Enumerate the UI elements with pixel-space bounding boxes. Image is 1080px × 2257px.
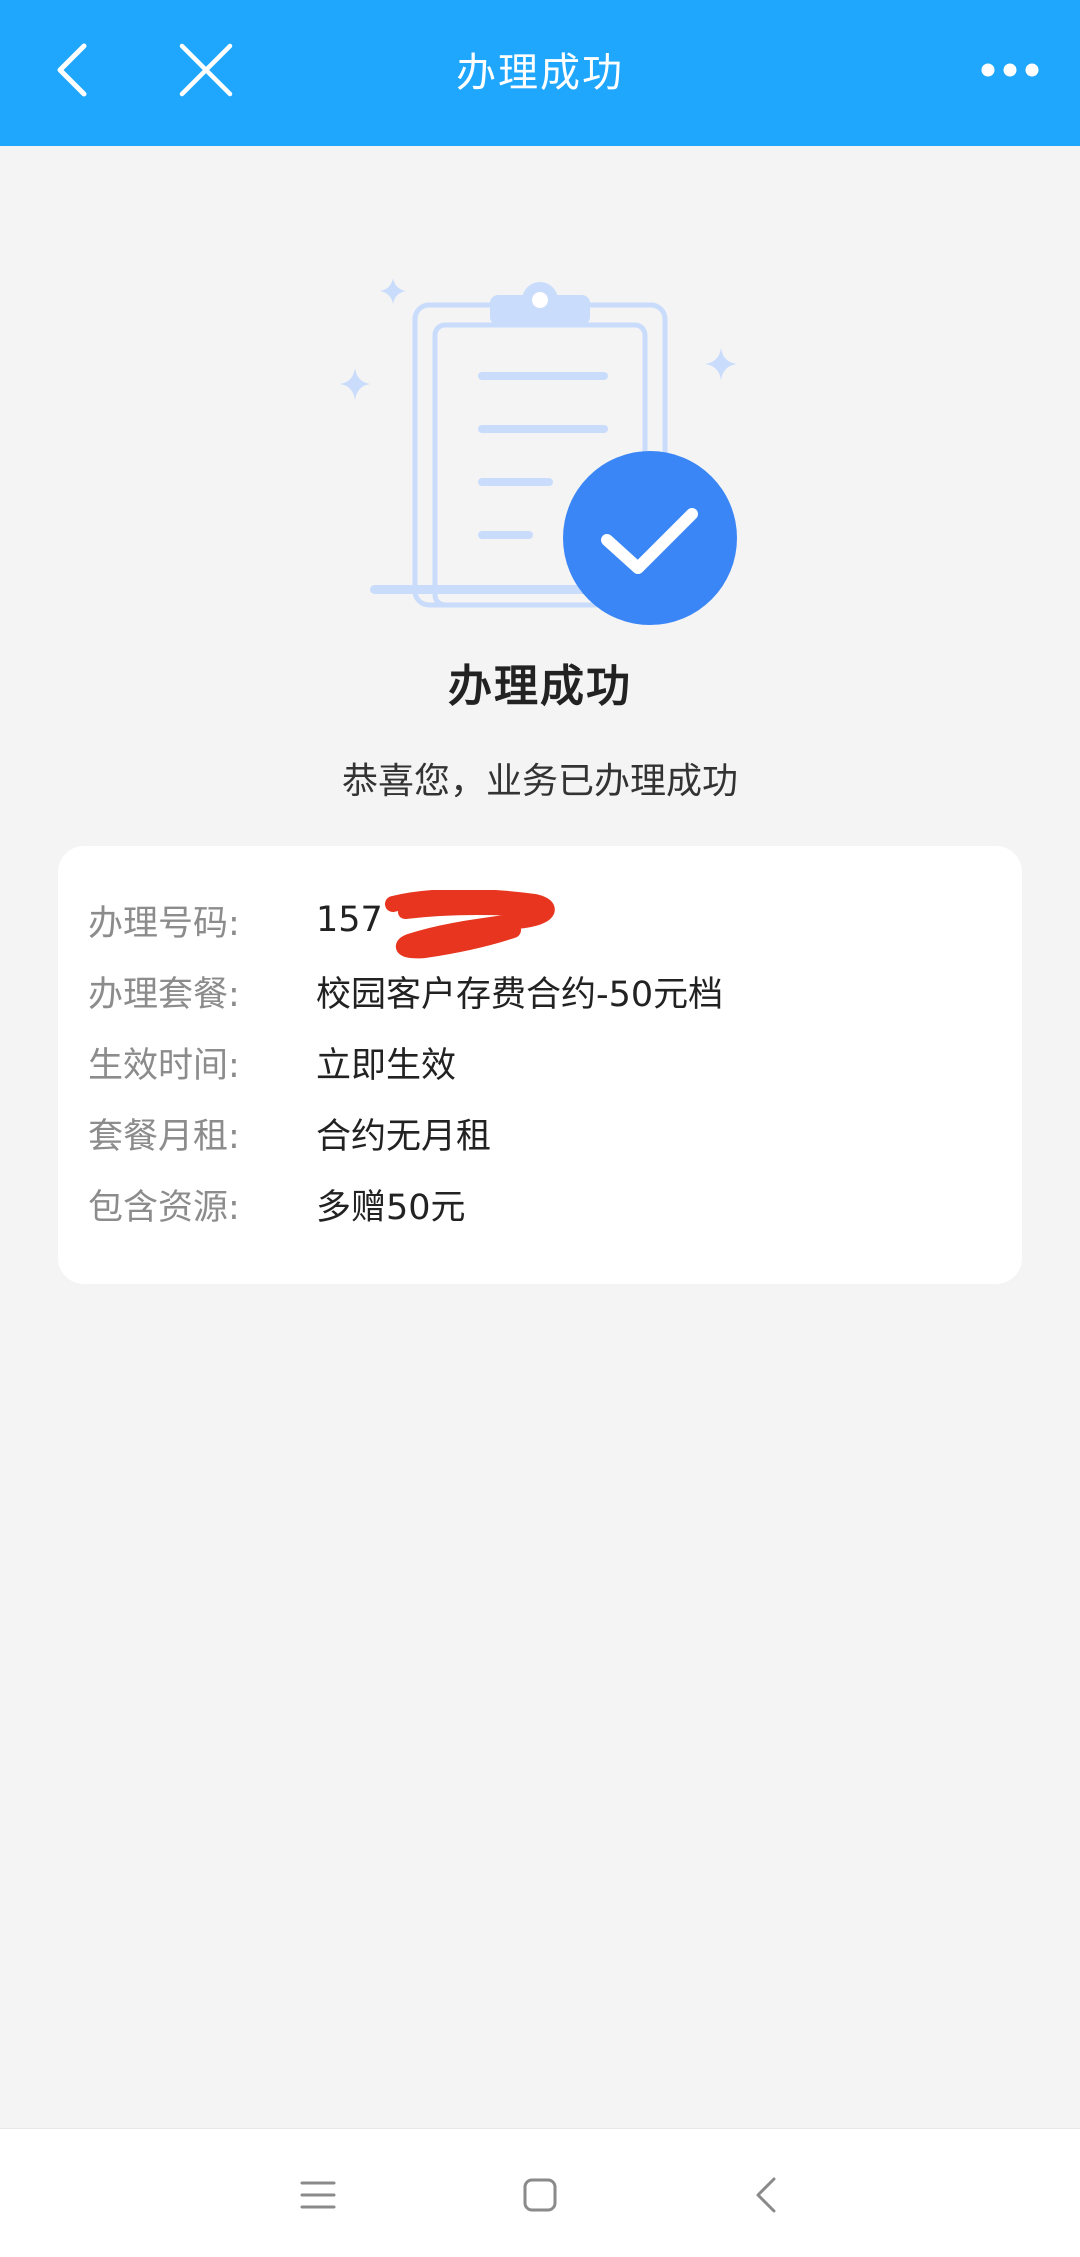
detail-row-monthly-fee: 套餐月租: 合约无月租 [88,1108,491,1158]
sparkle-icon [340,368,370,400]
detail-row-package: 办理套餐: 校园客户存费合约-50元档 [88,966,723,1016]
detail-label: 套餐月租: [88,1116,240,1157]
detail-value: 157 [316,900,383,940]
success-title: 办理成功 [448,661,632,712]
system-back-button[interactable] [730,2159,802,2231]
detail-value: 校园客户存费合约-50元档 [316,974,724,1015]
home-button[interactable] [504,2159,576,2231]
detail-row-resources: 包含资源: 多赠50元 [88,1179,466,1229]
success-subtitle: 恭喜您，业务已办理成功 [341,761,738,802]
detail-row-effective-time: 生效时间: 立即生效 [88,1037,456,1087]
detail-value: 多赠50元 [316,1187,466,1228]
close-icon [179,43,233,97]
detail-label: 生效时间: [88,1045,240,1086]
chevron-left-icon [57,43,87,97]
detail-label: 办理套餐: [88,974,240,1015]
back-button[interactable] [40,32,104,108]
redaction-scribble [385,890,555,959]
detail-label: 办理号码: [88,903,240,944]
menu-button[interactable] [282,2159,354,2231]
top-bar: 办理成功 [0,0,1080,146]
detail-value: 立即生效 [316,1045,457,1086]
system-nav-bar [0,2128,1080,2257]
clipboard-check-icon [340,278,737,625]
detail-label: 包含资源: [88,1187,240,1228]
close-button[interactable] [170,34,242,106]
more-dots-icon [981,63,1039,77]
detail-value: 合约无月租 [316,1116,492,1157]
menu-icon [300,2181,336,2209]
sparkle-icon [705,348,737,380]
sparkle-icon [380,278,406,304]
success-page: 办理成功 办理成功 恭喜您，业务已办理成功 办理号码: 157 办理套餐: 校园… [0,0,1080,2257]
page-title: 办理成功 [456,50,624,96]
home-square-icon [523,2178,557,2212]
detail-row-number: 办理号码: 157 [88,895,383,945]
more-button[interactable] [970,40,1050,100]
back-chevron-icon [756,2177,776,2213]
